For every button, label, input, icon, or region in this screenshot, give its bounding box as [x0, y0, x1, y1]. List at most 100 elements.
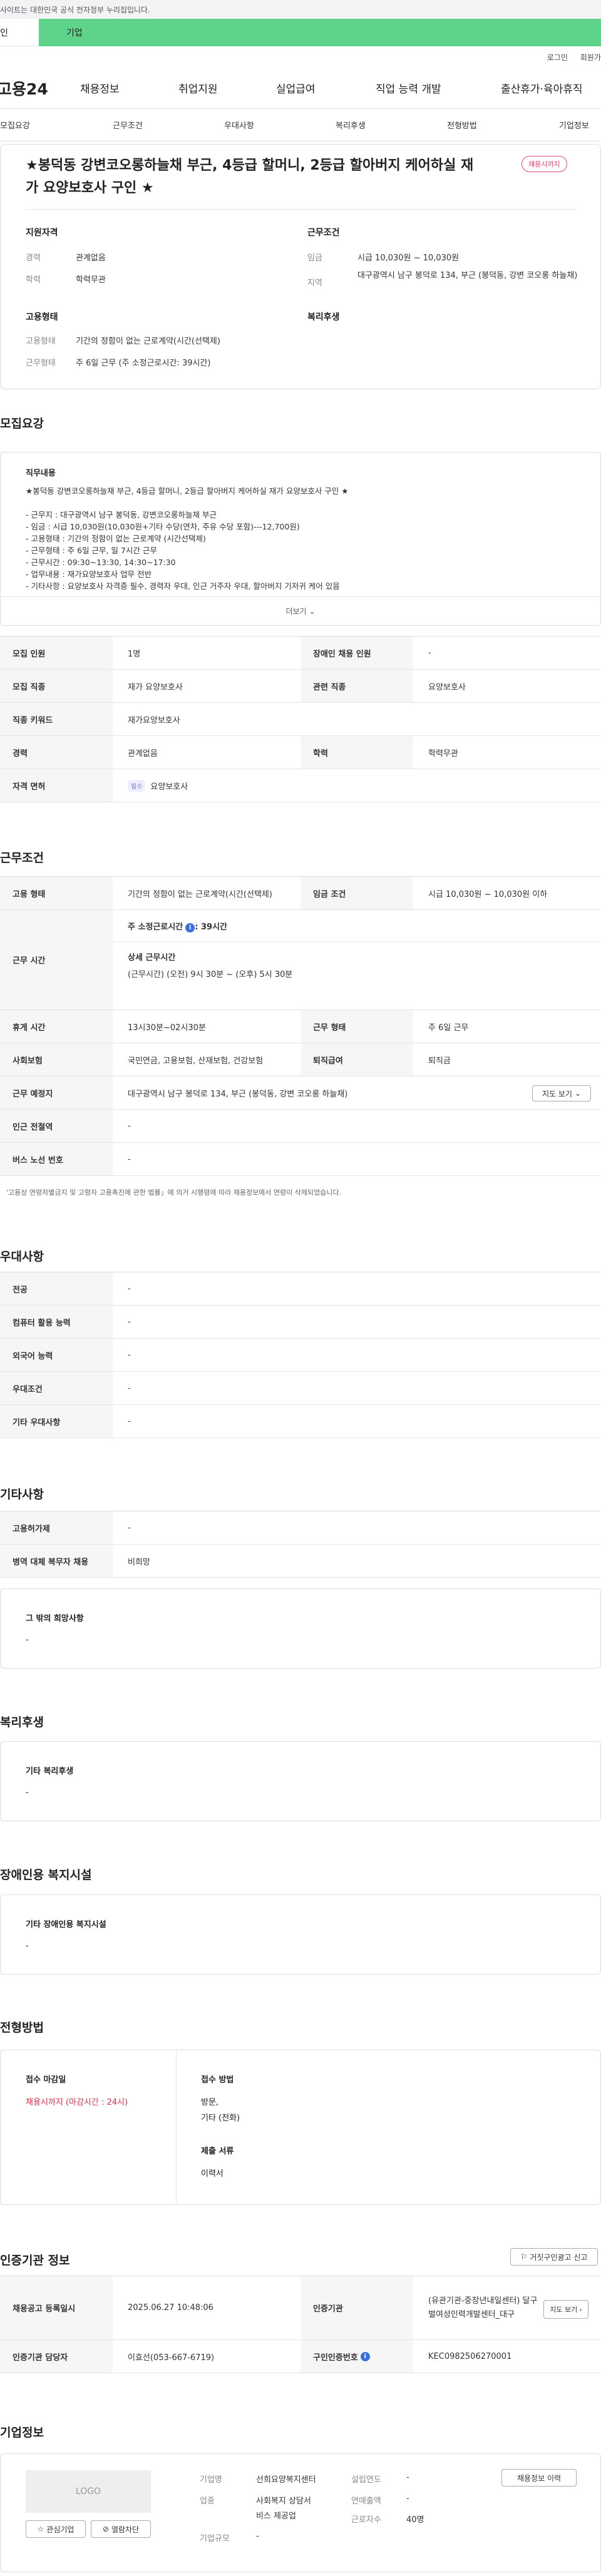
table-header: 기타 우대사항: [0, 1405, 113, 1438]
table-row: 병역 대체 복무자 채용 비희망: [0, 1545, 601, 1578]
table-header: 인증기관 담당자: [0, 2340, 113, 2373]
table-header: 장애인 채용 인원: [300, 636, 413, 669]
table-row: 사회보험 국민연금, 고용보험, 산재보험, 건강보험 퇴직급여 퇴직금: [0, 1043, 601, 1076]
divider: [26, 209, 577, 210]
tab-process[interactable]: 전형방법: [447, 119, 477, 131]
table-header: 전공: [0, 1272, 113, 1305]
tab-company[interactable]: 기업정보: [559, 119, 589, 131]
other-wish-card: 그 밖의 희망사항 -: [0, 1588, 601, 1669]
cond-heading: 근무조건: [307, 228, 340, 238]
divider: [176, 2050, 177, 2204]
map-view-button[interactable]: 지도 보기 ⌄: [532, 1085, 591, 1101]
tab-conditions[interactable]: 근무조건: [113, 119, 143, 131]
util-links: 로그인 회원가: [0, 46, 601, 68]
table-cell: -: [128, 1154, 131, 1164]
duty-card: 직무내용 ★봉덕동 강변코오롱하늘채 부근, 4등급 할머니, 2등급 할아버지…: [0, 452, 601, 626]
table-cell: -: [128, 1284, 131, 1294]
method-value: 기타 (전화): [201, 2113, 240, 2123]
site-logo[interactable]: 고용24: [0, 77, 48, 100]
table-header: 외국어 능력: [0, 1339, 113, 1371]
nav-menu-unemployment[interactable]: 실업급여: [276, 80, 316, 96]
login-link[interactable]: 로그인: [547, 52, 568, 63]
table-cell: -: [428, 648, 431, 658]
nav-menu-employment-support[interactable]: 취업지원: [178, 80, 218, 96]
chevron-right-icon: ›: [579, 2305, 582, 2314]
region-label: 지역: [307, 279, 322, 288]
table-cell: (유관기관-중장년내일센터) 달구벌여성인력개발센터_대구: [428, 2296, 538, 2319]
table-row: 외국어 능력 -: [0, 1339, 601, 1372]
industry-value: 비스 제공업: [256, 2512, 296, 2521]
gov-notice-text: 사이트는 대한민국 공식 전자정부 누리집입니다.: [0, 5, 150, 14]
disabled-heading: 장애인용 복지시설: [0, 1868, 92, 1882]
job-title: ★봉덕동 강변코오롱하늘채 부근, 4등급 할머니, 2등급 할아버지 케어하실…: [26, 158, 474, 196]
table-header: 컴퓨터 활용 능력: [0, 1306, 113, 1338]
report-fake-ad-button[interactable]: ⚐ 거짓구인광고 신고: [510, 2248, 598, 2266]
nav-menu-leave[interactable]: 출산휴가·육아휴직: [501, 80, 583, 96]
work-form-label: 근무형태: [26, 359, 56, 368]
join-link[interactable]: 회원가: [580, 52, 601, 63]
table-header: 모집 직종: [0, 670, 113, 702]
hiring-history-button[interactable]: 채용정보 이력: [501, 2469, 577, 2487]
table-header: 관련 직종: [300, 670, 413, 702]
disabled-sub-heading: 기타 장애인용 복지시설: [26, 1920, 106, 1929]
tab-welfare[interactable]: 복리후생: [336, 119, 366, 131]
more-label: 더보기: [285, 607, 307, 616]
table-cell: 국민연금, 고용보험, 산재보험, 건강보험: [128, 1056, 264, 1066]
table-cell: 주 6일 근무: [428, 1023, 469, 1033]
recruit-table: 모집 인원 1명 장애인 채용 인원 - 모집 직종 재가 요양보호사 관련 직…: [0, 636, 601, 802]
block-icon: ⊘: [102, 2525, 109, 2533]
career-value: 관계없음: [76, 253, 106, 263]
method-value: 방문,: [201, 2098, 219, 2107]
table-header: 퇴직급여: [300, 1043, 413, 1076]
gov-notice-bar: 사이트는 대한민국 공식 전자정부 누리집입니다.: [0, 0, 601, 19]
time-detail: (근무시간) (오전) 9시 30분 ~ (오후) 5시 30분: [128, 970, 293, 979]
industry-label: 업종: [200, 2497, 215, 2506]
table-row: 고용허가제 -: [0, 1511, 601, 1545]
company-logo: LOGO: [26, 2470, 151, 2513]
tab-person[interactable]: 인: [0, 19, 39, 46]
table-header: 구인인증번호 i: [300, 2340, 413, 2373]
deadline-badge: 채용시까지: [521, 156, 567, 172]
info-icon[interactable]: i: [360, 2351, 370, 2361]
table-header: 우대조건: [0, 1372, 113, 1404]
duty-line: - 고용형태 : 기간의 정함이 없는 근로계약 (시간선택제): [26, 534, 206, 543]
table-cell: -: [128, 1416, 131, 1426]
table-cell: 퇴직금: [428, 1056, 451, 1066]
table-cell: 1명: [128, 649, 141, 659]
report-label: 거짓구인광고 신고: [530, 2252, 588, 2262]
more-button[interactable]: 더보기 ⌄: [1, 596, 600, 625]
block-view-button[interactable]: ⊘ 열람차단: [91, 2520, 151, 2538]
tab-company[interactable]: 기업: [39, 19, 601, 46]
duty-line: [26, 497, 589, 509]
employees-label: 근로자수: [351, 2515, 381, 2525]
table-row: 경력 관계없음 학력 학력무관: [0, 736, 601, 769]
favorite-company-button[interactable]: ☆ 관심기업: [26, 2520, 86, 2538]
qual-heading: 지원자격: [26, 228, 58, 238]
table-header: 학력: [300, 736, 413, 769]
table-header: 임금 조건: [300, 877, 413, 909]
size-label: 기업규모: [200, 2534, 230, 2543]
tab-recruit[interactable]: 모집요강: [0, 119, 30, 131]
duty-heading: 직무내용: [26, 469, 56, 478]
table-cell: 요양보호사: [428, 682, 466, 692]
table-row: 인증기관 담당자 이효선(053-667-6719) 구인인증번호 i KEC09…: [0, 2340, 601, 2373]
table-cell: -: [128, 1523, 131, 1533]
table-row: 전공 -: [0, 1272, 601, 1306]
cert-table: 채용공고 등록일시 2025.06.27 10:48:06 인증기관 (유관기관…: [0, 2276, 601, 2373]
nav-menu-training[interactable]: 직업 능력 개발: [376, 80, 441, 96]
table-header: 휴게 시간: [0, 1010, 113, 1043]
agency-map-button[interactable]: 지도 보기 ›: [543, 2300, 588, 2319]
time-detail-heading: 상세 근무시간: [128, 953, 176, 963]
duty-line: - 임금 : 시급 10,030원(10,030원+기타 수당(연차, 주유 수…: [26, 522, 300, 531]
table-row: 고용 형태 기간의 정함이 없는 근로계약(시간(선택제) 임금 조건 시급 1…: [0, 877, 601, 910]
nav-menu-jobs[interactable]: 채용정보: [80, 80, 120, 96]
table-header: 자격 면허: [0, 769, 113, 802]
age-note: '고용상 연령차별금지 및 고령자 고용촉진에 관한 법률」에 의거 시행령에 …: [6, 1188, 342, 1197]
tab-preferences[interactable]: 우대사항: [224, 119, 254, 131]
info-icon[interactable]: i: [185, 923, 195, 933]
table-row: 기타 우대사항 -: [0, 1405, 601, 1438]
size-value: -: [256, 2532, 259, 2541]
duty-line: - 근무지 : 대구광역시 남구 봉덕동, 강변코오롱하늘채 부근: [26, 510, 217, 519]
table-cell: 재가요양보호사: [128, 715, 180, 725]
table-header: 근무 시간: [0, 910, 113, 1009]
